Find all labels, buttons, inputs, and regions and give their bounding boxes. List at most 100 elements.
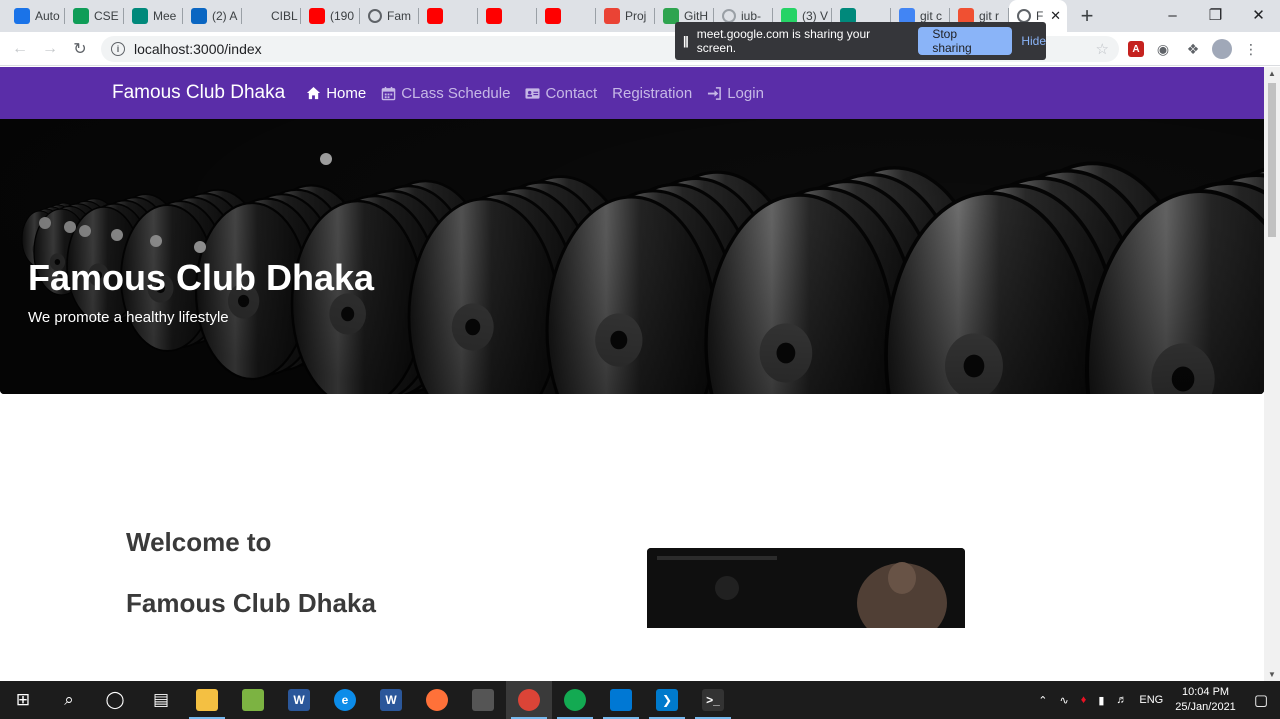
browser-tab[interactable]: CSE: [65, 0, 124, 32]
screen-share-banner: || meet.google.com is sharing your scree…: [675, 22, 1046, 60]
sign-in-icon: [708, 86, 722, 100]
loading-icon: [722, 9, 736, 23]
browser-tab[interactable]: Auto: [6, 0, 65, 32]
tab-title: (3) V: [802, 9, 829, 23]
battery-icon[interactable]: ▮: [1098, 694, 1104, 707]
taskbar-app[interactable]: [598, 681, 644, 719]
taskbar-app[interactable]: [506, 681, 552, 719]
welcome-heading: Welcome to: [126, 527, 272, 557]
back-button[interactable]: ←: [5, 35, 35, 63]
taskbar-app[interactable]: W: [368, 681, 414, 719]
terminal-icon: >_: [702, 689, 724, 711]
taskbar-app[interactable]: W: [276, 681, 322, 719]
taskbar-app[interactable]: e: [322, 681, 368, 719]
site-brand[interactable]: Famous Club Dhaka: [112, 82, 285, 104]
browser-tab[interactable]: [537, 0, 596, 32]
language-indicator[interactable]: ENG: [1139, 694, 1163, 706]
browser-tab[interactable]: (190: [301, 0, 360, 32]
browser-tab[interactable]: Mee: [124, 0, 183, 32]
network-icon[interactable]: ∿: [1060, 694, 1069, 707]
tray-chevron-icon[interactable]: ⌃: [1038, 694, 1047, 707]
taskbar-apps: ⊞ ⌕ ◯ ▤ We W ❯ >_: [0, 681, 736, 719]
nav-link-login[interactable]: Login: [707, 85, 764, 102]
minimize-button[interactable]: –: [1151, 0, 1194, 30]
window-controls: – ❐ ✕: [1151, 0, 1280, 30]
taskbar-app[interactable]: ◯: [92, 681, 138, 719]
page-scrollbar[interactable]: ▲ ▼: [1264, 67, 1280, 681]
nav-link-label: Login: [727, 84, 764, 102]
globe-icon: [368, 9, 382, 23]
taskbar-app[interactable]: [460, 681, 506, 719]
home-icon: [307, 86, 321, 99]
youtube-icon: [309, 8, 325, 24]
extensions-puzzle-icon[interactable]: ❖: [1182, 38, 1204, 60]
youtube-icon: [545, 8, 561, 24]
youtube-icon: [486, 8, 502, 24]
tab-title: Mee: [153, 9, 177, 23]
forward-button[interactable]: →: [35, 35, 65, 63]
taskbar-app[interactable]: [184, 681, 230, 719]
tab-title: CSE: [94, 9, 119, 23]
app-badge-icon[interactable]: ♦: [1081, 694, 1087, 706]
welcome-club-name: Famous Club Dhaka: [126, 588, 376, 618]
nav-link-label: Contact: [545, 84, 598, 102]
browser-tab[interactable]: [478, 0, 537, 32]
edge-icon: e: [334, 689, 356, 711]
close-tab-icon[interactable]: ✕: [1050, 8, 1061, 24]
nav-link-home[interactable]: Home: [306, 85, 366, 102]
browser-tab[interactable]: CIBL: [242, 0, 301, 32]
profile-avatar[interactable]: [1212, 39, 1232, 59]
word-icon: W: [380, 689, 402, 711]
browser-tab[interactable]: Proj: [596, 0, 655, 32]
taskbar-app[interactable]: ⌕: [46, 681, 92, 719]
calendar-icon: [381, 86, 396, 100]
system-tray: ⌃ ∿ ♦ ▮ ♬ ENG 10:04 PM 25/Jan/2021 ▢: [1032, 681, 1280, 719]
extension-icons: A ◉ ❖ ⋮: [1128, 38, 1262, 60]
scroll-thumb[interactable]: [1268, 83, 1276, 237]
pdf-extension-icon[interactable]: A: [1128, 41, 1144, 57]
stop-sharing-button[interactable]: Stop sharing: [918, 27, 1013, 55]
hero-banner: Famous Club Dhaka We promote a healthy l…: [0, 119, 1264, 394]
firefox-icon: [426, 689, 448, 711]
close-window-button[interactable]: ✕: [1237, 0, 1280, 30]
scroll-down-icon[interactable]: ▼: [1268, 670, 1276, 679]
restore-button[interactable]: ❐: [1194, 0, 1237, 30]
windows-taskbar: ⊞ ⌕ ◯ ▤ We W ❯ >_ ⌃ ∿ ♦ ▮ ♬ ENG 10:04 PM 25/Jan…: [0, 681, 1280, 719]
taskbar-app[interactable]: ▤: [138, 681, 184, 719]
volume-icon[interactable]: ♬: [1116, 694, 1127, 706]
taskbar-app[interactable]: >_: [690, 681, 736, 719]
hide-banner-button[interactable]: Hide: [1021, 34, 1046, 48]
camera-extension-icon[interactable]: ◉: [1152, 38, 1174, 60]
clock[interactable]: 10:04 PM 25/Jan/2021: [1175, 685, 1236, 715]
start-icon: ⊞: [12, 689, 34, 711]
notepad-icon: [242, 689, 264, 711]
taskbar-app[interactable]: [552, 681, 598, 719]
browser-tab[interactable]: Fam: [360, 0, 419, 32]
task-view-icon: ▤: [150, 689, 172, 711]
nav-link-class-schedule[interactable]: CLass Schedule: [381, 85, 510, 102]
new-tab-button[interactable]: +: [1073, 2, 1101, 30]
tab-title: iub-: [741, 9, 762, 23]
reload-button[interactable]: ↻: [65, 35, 95, 63]
taskbar-app[interactable]: ❯: [644, 681, 690, 719]
notifications-icon[interactable]: ▢: [1254, 691, 1268, 709]
taskbar-app[interactable]: ⊞: [0, 681, 46, 719]
scroll-up-icon[interactable]: ▲: [1268, 69, 1276, 78]
taskbar-app[interactable]: [230, 681, 276, 719]
nav-link-contact[interactable]: Contact: [525, 85, 597, 102]
word-icon: W: [288, 689, 310, 711]
cortana-icon: ◯: [104, 689, 126, 711]
share-message: meet.google.com is sharing your screen.: [696, 27, 871, 55]
browser-tab[interactable]: (2) A: [183, 0, 242, 32]
nav-link-registration[interactable]: Registration: [612, 85, 692, 102]
gmail-icon: [604, 8, 620, 24]
tab-title: git c: [920, 9, 943, 23]
taskbar-app[interactable]: [414, 681, 460, 719]
browser-tab[interactable]: [419, 0, 478, 32]
tab-title: (190: [330, 9, 355, 23]
file-explorer-icon: [196, 689, 218, 711]
bookmark-star-icon[interactable]: ☆: [1096, 40, 1109, 58]
tab-title: Auto: [35, 9, 60, 23]
site-info-icon[interactable]: i: [111, 42, 125, 56]
chrome-menu-icon[interactable]: ⋮: [1240, 38, 1262, 60]
